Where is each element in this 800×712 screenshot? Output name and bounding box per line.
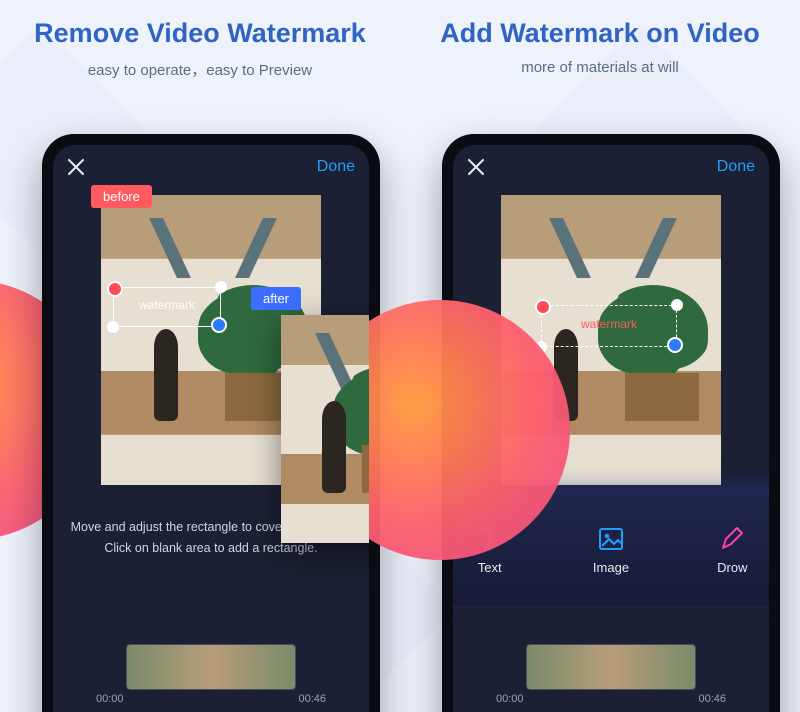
timeline-thumbs[interactable] — [127, 645, 295, 689]
handle-tr[interactable] — [671, 299, 683, 311]
tool-tray: T Text Image Drow — [453, 495, 769, 605]
text-icon: T — [476, 525, 504, 553]
tool-image-label: Image — [593, 560, 629, 575]
after-preview — [281, 315, 369, 543]
topbar: Done — [53, 145, 369, 189]
selection-label: watermark — [114, 288, 220, 322]
wall-art — [563, 218, 663, 278]
right-title: Add Watermark on Video — [400, 18, 800, 49]
time-start: 00:00 — [496, 693, 524, 705]
time-start: 00:00 — [96, 693, 124, 705]
headings-row: Remove Video Watermark easy to operate，e… — [0, 18, 800, 80]
promo-stage: Remove Video Watermark easy to operate，e… — [0, 0, 800, 712]
timeline: 00:00 00:46 — [53, 645, 369, 712]
wall-art — [163, 218, 263, 278]
phone-add-watermark: Done watermark T — [442, 134, 780, 712]
done-button[interactable]: Done — [317, 158, 355, 176]
bottle — [154, 329, 178, 421]
right-subtitle: more of materials at will — [400, 59, 800, 76]
screen: Done before watermark after — [53, 145, 369, 712]
handle-tr[interactable] — [215, 281, 227, 293]
topbar: Done — [453, 145, 769, 189]
phone-remove-watermark: Done before watermark after — [42, 134, 380, 712]
video-canvas[interactable]: before watermark after — [101, 195, 321, 485]
watermark-selection[interactable]: watermark — [113, 287, 221, 327]
left-title: Remove Video Watermark — [0, 18, 400, 49]
handle-bl[interactable] — [535, 341, 547, 353]
watermark-selection[interactable]: watermark — [541, 305, 677, 347]
timeline: 00:00 00:46 — [453, 645, 769, 712]
time-end: 00:46 — [698, 693, 726, 705]
tool-draw[interactable]: Drow — [672, 495, 769, 605]
handle-delete-icon[interactable] — [535, 299, 551, 315]
video-canvas[interactable]: watermark — [501, 195, 721, 485]
after-tag: after — [251, 287, 301, 310]
close-icon[interactable] — [67, 158, 85, 176]
timeline-thumbs[interactable] — [527, 645, 695, 689]
selection-label: watermark — [542, 306, 676, 342]
tool-text[interactable]: T Text — [453, 495, 550, 605]
handle-delete-icon[interactable] — [107, 281, 123, 297]
pot — [625, 373, 699, 421]
tool-draw-label: Drow — [717, 560, 747, 575]
done-button[interactable]: Done — [717, 158, 755, 176]
handle-resize-icon[interactable] — [667, 337, 683, 353]
before-tag: before — [91, 185, 152, 208]
tool-image[interactable]: Image — [550, 495, 671, 605]
time-end: 00:46 — [298, 693, 326, 705]
handle-resize-icon[interactable] — [211, 317, 227, 333]
close-icon[interactable] — [467, 158, 485, 176]
handle-bl[interactable] — [107, 321, 119, 333]
left-subtitle: easy to operate，easy to Preview — [0, 59, 400, 80]
tool-text-label: Text — [478, 560, 502, 575]
screen: Done watermark T — [453, 145, 769, 712]
image-icon — [597, 525, 625, 553]
pencil-icon — [718, 525, 746, 553]
